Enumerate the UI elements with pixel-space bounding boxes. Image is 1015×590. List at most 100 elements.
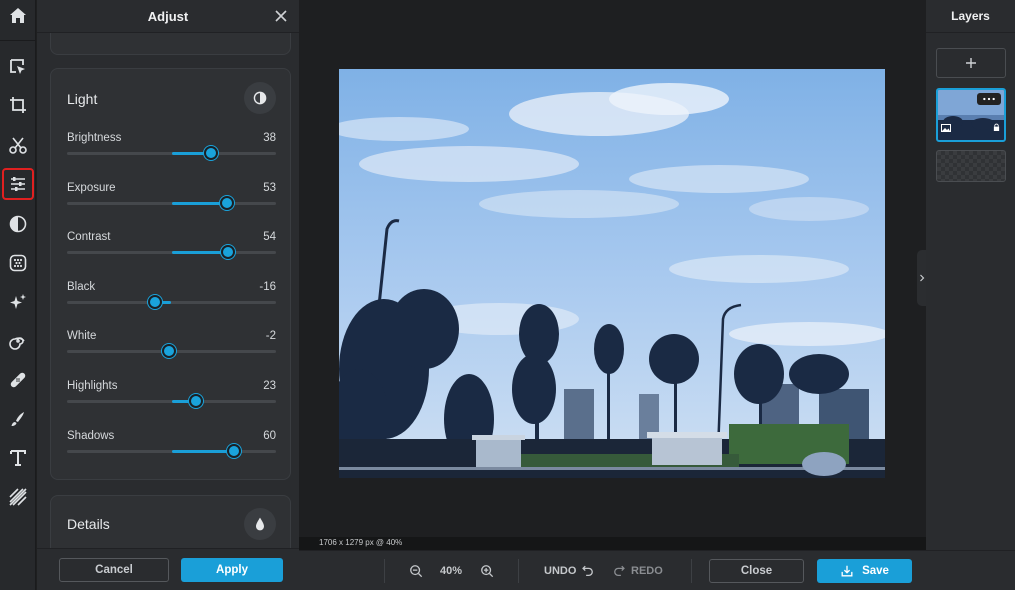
slider-value: 53 — [263, 181, 276, 194]
slider-label: Highlights — [67, 380, 118, 392]
slider-label: Contrast — [67, 231, 111, 244]
undo-icon — [582, 565, 594, 577]
add-layer-button[interactable] — [936, 48, 1006, 78]
undo-button[interactable]: UNDO — [544, 551, 594, 590]
collapse-layers-handle[interactable] — [917, 250, 926, 306]
slider-white[interactable]: White -2 — [67, 330, 276, 370]
slider-label: White — [67, 330, 97, 343]
slider-track[interactable] — [67, 245, 276, 260]
redo-button[interactable]: REDO — [613, 551, 663, 590]
cutout-icon[interactable] — [4, 131, 32, 159]
slider-brightness[interactable]: Brightness 38 — [67, 132, 276, 172]
divider — [518, 559, 519, 583]
layer-thumbnail-photo[interactable] — [936, 88, 1006, 142]
slider-shadows[interactable]: Shadows 60 — [67, 430, 276, 470]
toolbar-divider — [0, 40, 36, 41]
slider-value: 60 — [263, 429, 276, 442]
effects-icon[interactable] — [4, 249, 32, 277]
slider-thumb[interactable] — [227, 443, 242, 458]
adjust-footer: Cancel Apply — [37, 548, 299, 590]
bottom-bar: 40% UNDO REDO Close Save — [299, 550, 1015, 590]
slider-track[interactable] — [67, 394, 276, 408]
slider-value: 54 — [263, 231, 276, 244]
divider — [384, 559, 385, 583]
save-label: Save — [862, 565, 889, 577]
zoom-out-icon[interactable] — [409, 551, 423, 590]
zoom-level: 40% — [440, 565, 463, 577]
adjust-title: Adjust — [147, 8, 189, 24]
home-icon[interactable] — [4, 2, 32, 30]
slider-fill — [171, 449, 235, 453]
slider-track[interactable] — [67, 146, 276, 160]
slider-track[interactable] — [67, 294, 276, 309]
slider-black[interactable]: Black -16 — [67, 281, 276, 321]
image-size-info: 1706 x 1279 px @ 40% — [319, 538, 403, 547]
layer-thumbnail-transparent[interactable] — [936, 150, 1006, 182]
slider-label: Exposure — [67, 181, 116, 194]
arrange-icon[interactable] — [4, 53, 32, 81]
layers-title: Layers — [926, 0, 1015, 33]
slider-thumb[interactable] — [162, 344, 177, 359]
details-title: Details — [67, 516, 110, 532]
details-section: Details — [50, 495, 291, 548]
lock-icon[interactable] — [993, 119, 1000, 137]
adjust-header: Adjust — [37, 0, 299, 33]
close-icon[interactable] — [273, 8, 289, 24]
light-section: Light Brightness 38 Exposure 53 Contrast 54 Bl… — [50, 68, 291, 480]
left-toolbar — [0, 0, 36, 590]
photo-canvas[interactable] — [339, 69, 885, 478]
ai-tools-icon[interactable] — [4, 288, 32, 316]
light-contrast-icon[interactable] — [244, 82, 276, 114]
apply-button[interactable]: Apply — [181, 558, 283, 582]
liquify-icon[interactable] — [4, 327, 32, 355]
slider-highlights[interactable]: Highlights 23 — [67, 380, 276, 420]
zoom-in-icon[interactable] — [480, 551, 494, 590]
light-title: Light — [67, 91, 98, 107]
slider-exposure[interactable]: Exposure 53 — [67, 182, 276, 222]
slider-label: Black — [67, 280, 96, 293]
slider-label: Shadows — [67, 429, 115, 442]
slider-thumb[interactable] — [219, 195, 234, 210]
adjust-scroll-area[interactable]: Light Brightness 38 Exposure 53 Contrast 54 Bl… — [37, 33, 299, 548]
crop-icon[interactable] — [4, 91, 32, 119]
canvas-area[interactable]: 1706 x 1279 px @ 40% — [299, 0, 926, 550]
slider-label: Brightness — [67, 132, 122, 144]
redo-label: REDO — [631, 565, 663, 577]
filters-icon[interactable] — [4, 210, 32, 238]
texture-icon[interactable] — [4, 483, 32, 511]
more-options-icon[interactable] — [977, 93, 1001, 105]
plus-icon — [966, 58, 976, 68]
slider-value: -16 — [259, 280, 276, 293]
adjust-panel: Adjust Light Brightness 38 Exposure 53 Contr… — [37, 0, 299, 590]
slider-thumb[interactable] — [147, 294, 162, 309]
cancel-button[interactable]: Cancel — [59, 558, 169, 582]
slider-thumb[interactable] — [188, 394, 203, 408]
redo-icon — [614, 565, 625, 577]
previous-section-card — [50, 33, 291, 55]
save-button[interactable]: Save — [817, 559, 912, 583]
text-icon[interactable] — [4, 444, 32, 472]
close-button[interactable]: Close — [709, 559, 804, 583]
retouch-icon[interactable] — [4, 366, 32, 394]
download-icon — [841, 565, 853, 577]
slider-value: 23 — [263, 380, 276, 392]
slider-contrast[interactable]: Contrast 54 — [67, 231, 276, 271]
slider-track[interactable] — [67, 344, 276, 359]
droplet-icon[interactable] — [244, 508, 276, 540]
draw-icon[interactable] — [4, 405, 32, 433]
image-info-bar: 1706 x 1279 px @ 40% — [299, 537, 926, 550]
slider-thumb[interactable] — [220, 245, 235, 260]
divider — [691, 559, 692, 583]
slider-value: -2 — [265, 330, 276, 343]
undo-label: UNDO — [544, 565, 577, 577]
slider-track[interactable] — [67, 195, 276, 210]
editor-app: Adjust Light Brightness 38 Exposure 53 Contr… — [0, 0, 1015, 590]
slider-fill — [171, 251, 228, 255]
chevron-right-icon — [919, 274, 924, 282]
slider-thumb[interactable] — [204, 146, 219, 160]
image-layer-icon — [941, 119, 951, 137]
adjust-icon[interactable] — [2, 168, 34, 200]
slider-value: 38 — [263, 132, 276, 144]
slider-track[interactable] — [67, 443, 276, 458]
layers-panel: Layers — [926, 0, 1015, 550]
